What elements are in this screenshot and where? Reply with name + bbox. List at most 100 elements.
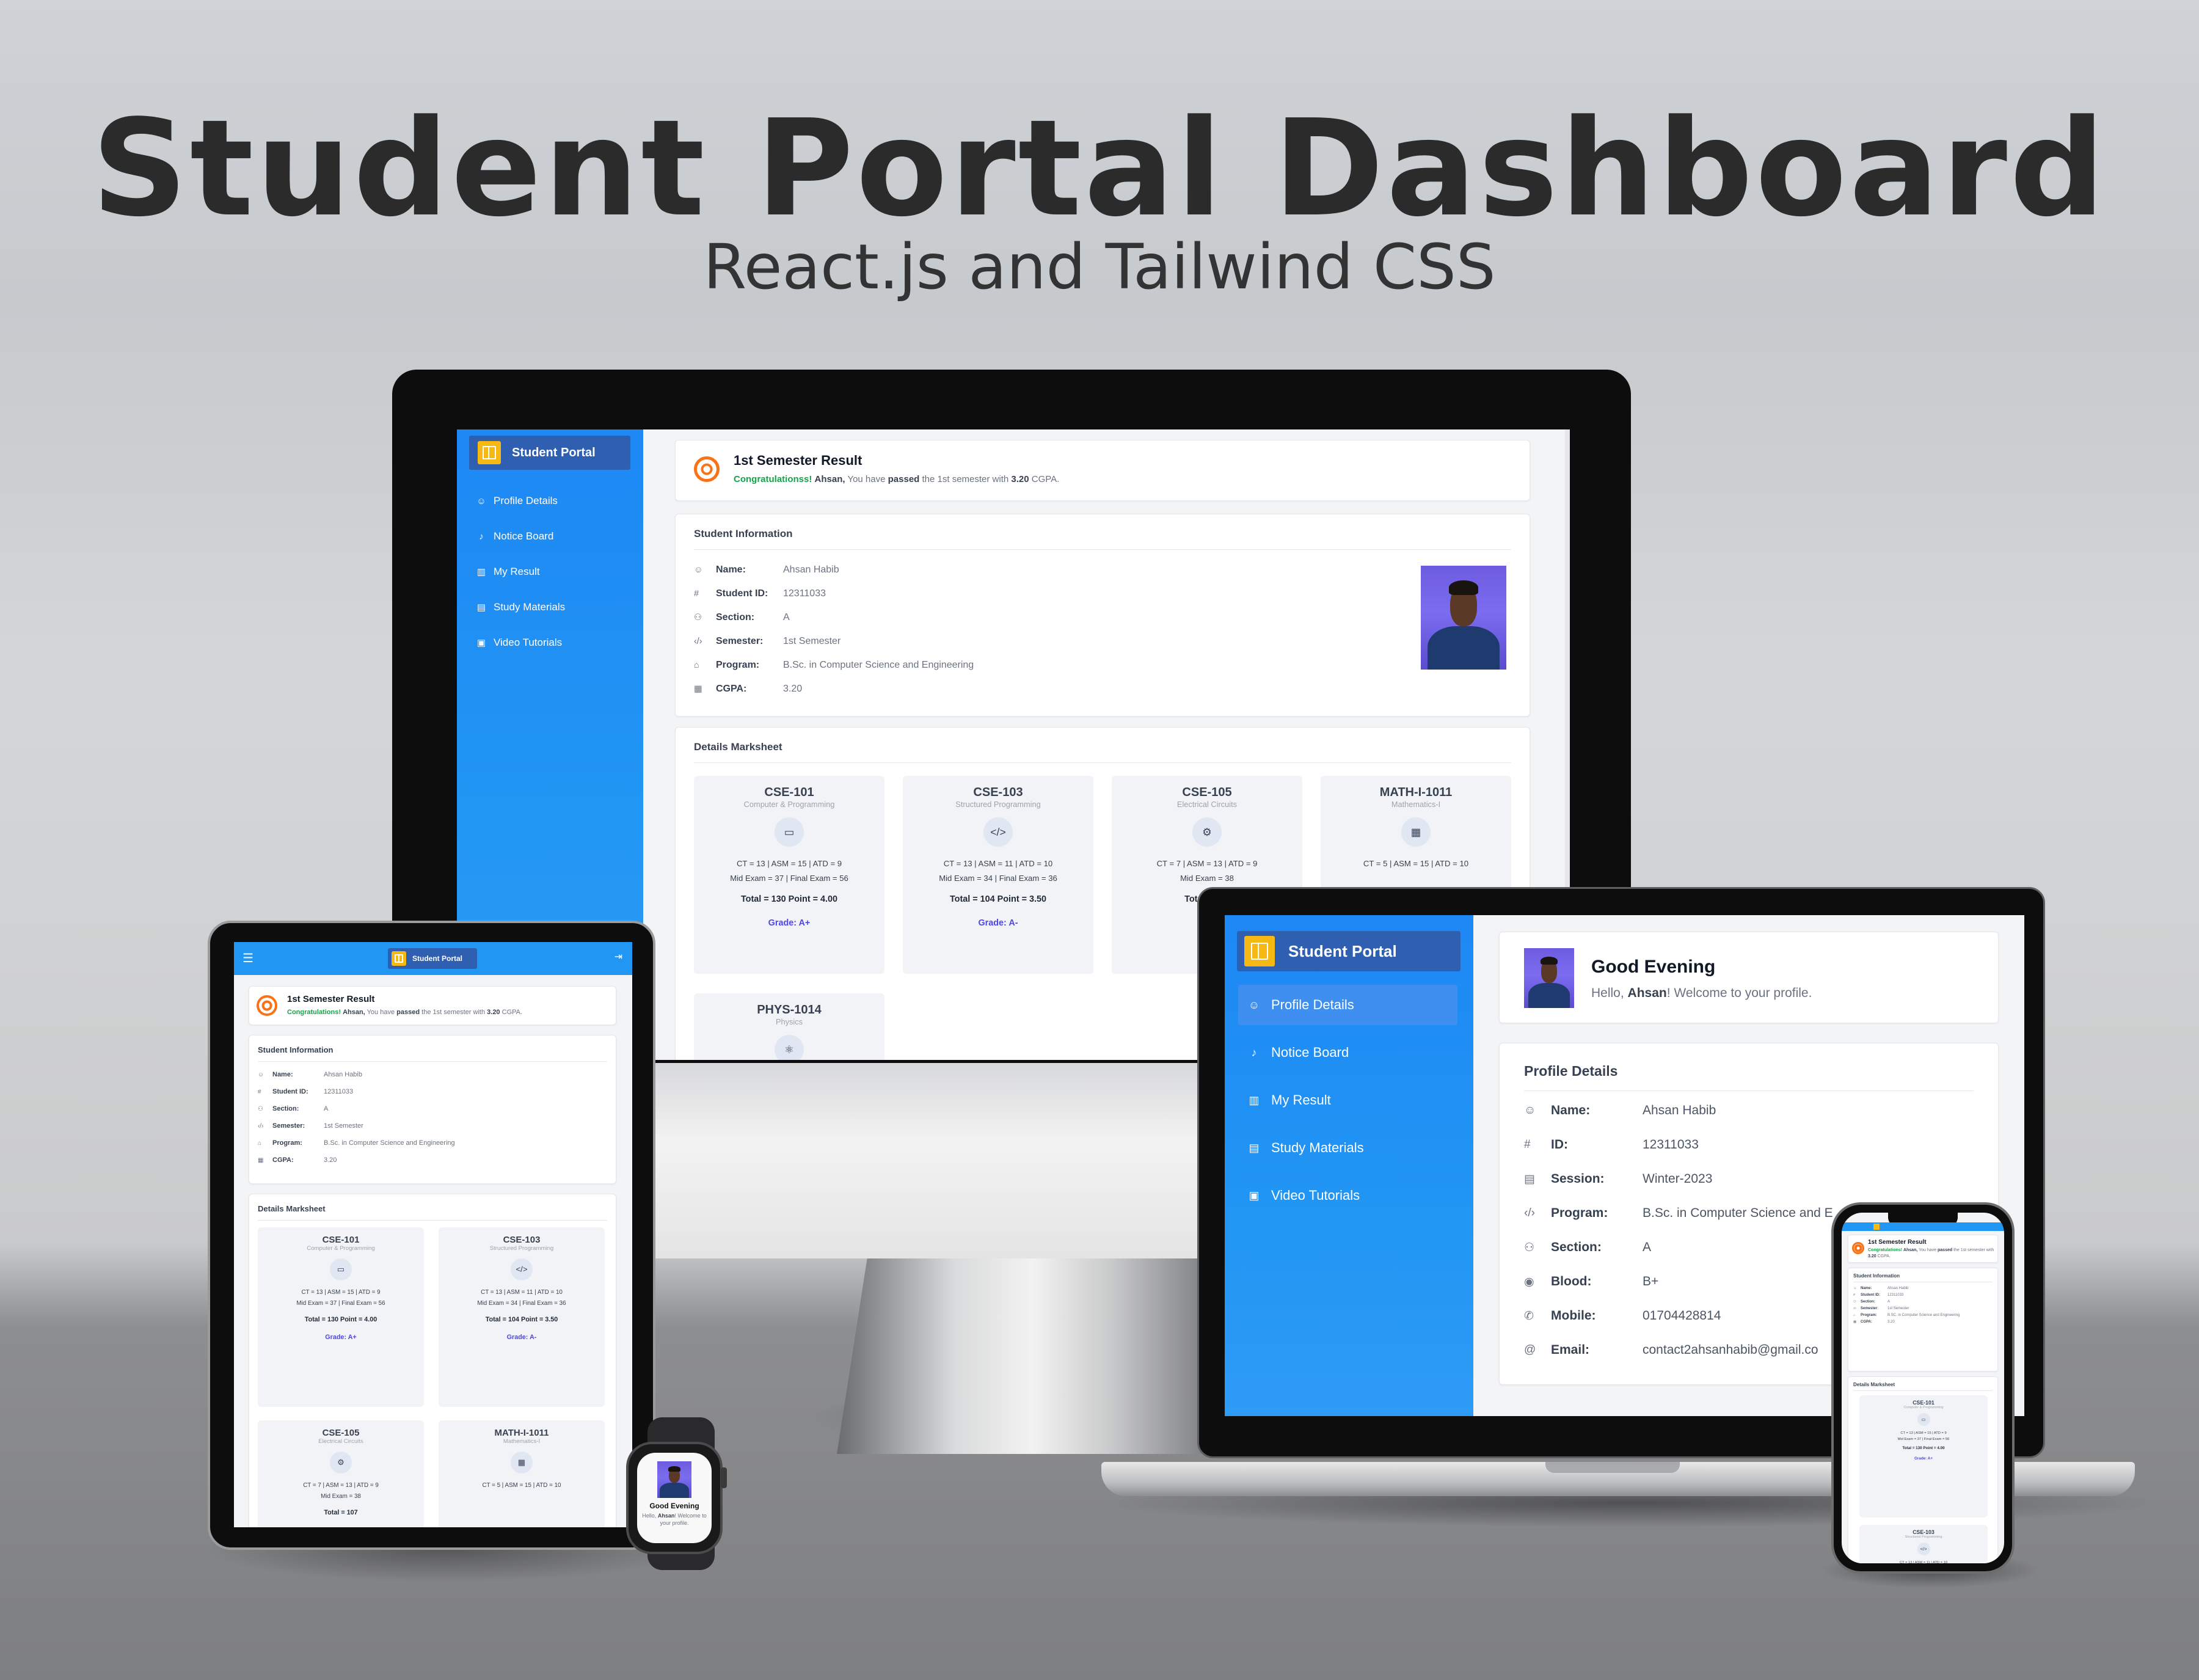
- phone-student-info: Student Information ☺ Name: Ahsan Habib # St…: [1848, 1268, 1998, 1371]
- score-asm: ASM = 15: [1393, 858, 1429, 868]
- score-ct: CT = 7: [303, 1482, 321, 1489]
- student-info-row: ‹/› Semester: 1st Semester: [258, 1122, 363, 1130]
- student-info-row: # Student ID: 12311033: [258, 1088, 353, 1095]
- user-icon: ☺: [1853, 1287, 1857, 1290]
- profile-row: # ID: 12311033: [1524, 1138, 1699, 1152]
- profile-row: ◉ Blood: B+: [1524, 1274, 1658, 1289]
- subject-card[interactable]: CSE-103 Structured Programming </> CT = 13 …: [903, 776, 1093, 974]
- profile-key: ID:: [1551, 1138, 1568, 1152]
- info-value: 3.20: [783, 684, 803, 694]
- subject-code: CSE-103: [973, 786, 1023, 799]
- code-icon: ‹/›: [1524, 1207, 1535, 1219]
- nav-notice-board[interactable]: ♪ Notice Board: [457, 519, 643, 554]
- subject-card[interactable]: CSE-101 Computer & Programming ▭ CT = 13 | …: [1859, 1395, 1988, 1517]
- tablet-result-message: Congratulations! Ahsan, You have passed …: [287, 1009, 523, 1016]
- subject-scores: CT = 7 | ASM = 13 | ATD = 9: [1156, 858, 1258, 868]
- profile-value: 01704428814: [1643, 1309, 1721, 1323]
- chip-icon: ⚙: [330, 1451, 352, 1474]
- student-info-title: Student Information: [694, 528, 793, 539]
- student-info-row: ☺ Name: Ahsan Habib: [694, 564, 839, 575]
- atom-icon: ⚛: [775, 1035, 804, 1060]
- brand-bar[interactable]: Student Portal: [469, 436, 630, 470]
- profile-row: ‹/› Program: B.Sc. in Computer Science and…: [1524, 1206, 1833, 1221]
- menu-icon[interactable]: ☰: [243, 951, 253, 966]
- subject-card[interactable]: CSE-101 Computer & Programming ▭ CT = 13 | …: [258, 1227, 424, 1407]
- nav-my-result[interactable]: ▥ My Result: [457, 554, 643, 590]
- subject-code: CSE-101: [764, 786, 814, 799]
- student-photo: [1421, 566, 1506, 670]
- watch-greeting-text: Hello, Ahsan! Welcome to your profile.: [642, 1513, 707, 1526]
- nav-study-materials[interactable]: ▤ Study Materials: [457, 590, 643, 625]
- nav-profile-details[interactable]: ☺ Profile Details: [1238, 985, 1457, 1025]
- profile-avatar: [1524, 948, 1574, 1008]
- score-asm: ASM = 11: [506, 1289, 533, 1296]
- nav-video-tutorials[interactable]: ▣ Video Tutorials: [1238, 1175, 1457, 1216]
- tablet-brand[interactable]: Student Portal: [388, 948, 477, 969]
- users-icon: ⚇: [258, 1105, 263, 1112]
- subject-card[interactable]: CSE-101 Computer & Programming ▭ CT = 13 | …: [694, 776, 884, 974]
- nav-video-tutorials[interactable]: ▣ Video Tutorials: [457, 625, 643, 660]
- nav-study-materials[interactable]: ▤ Study Materials: [1238, 1128, 1457, 1168]
- info-key: Student ID:: [1861, 1293, 1880, 1297]
- score-asm: ASM = 11: [978, 858, 1013, 868]
- result-message: Congratulationss! Ahsan, You have passed…: [734, 474, 1060, 484]
- subject-code: CSE-101: [322, 1235, 360, 1245]
- total-marks: Total = 104: [485, 1315, 519, 1323]
- user-icon: ☺: [694, 565, 703, 575]
- user-icon: ☺: [1524, 1104, 1536, 1117]
- profile-value: 12311033: [1643, 1138, 1699, 1152]
- subject-card[interactable]: CSE-103 Structured Programming </> CT = 13 …: [1859, 1525, 1988, 1563]
- score-atd: ATD = 9: [357, 1482, 379, 1489]
- watch-greeting-title: Good Evening: [649, 1502, 699, 1510]
- laptop-sidebar: Student Portal ☺ Profile Details ♪ Notice …: [1225, 915, 1473, 1416]
- logout-icon[interactable]: ⇥: [614, 951, 622, 963]
- profile-row: ▤ Session: Winter-2023: [1524, 1172, 1712, 1186]
- subject-card[interactable]: MATH-I-1011 Mathematics-I ▦ CT = 5 | ASM = …: [439, 1420, 605, 1527]
- subject-name: Computer & Programming: [1903, 1406, 1944, 1409]
- phone-marksheet: Details Marksheet CSE-101 Computer & Prog…: [1848, 1376, 1998, 1563]
- info-key: Student ID:: [716, 588, 768, 599]
- nav-profile-details[interactable]: ☺ Profile Details: [457, 483, 643, 519]
- nav-my-result[interactable]: ▥ My Result: [1238, 1080, 1457, 1120]
- dashboard-logo-icon: [392, 951, 406, 966]
- subject-name: Mathematics-I: [503, 1438, 541, 1445]
- score-asm: ASM = 15: [505, 1482, 531, 1489]
- info-key: Section:: [1861, 1300, 1875, 1304]
- score-atd: ATD = 10: [1019, 858, 1053, 868]
- phone-result-message: Congratulations! Ahsan, You have passed …: [1868, 1248, 1994, 1258]
- info-key: CGPA:: [272, 1156, 294, 1164]
- subject-card[interactable]: CSE-103 Structured Programming </> CT = 13 …: [439, 1227, 605, 1407]
- info-value: A: [324, 1105, 329, 1112]
- grade-point: Point = 4.00: [1923, 1446, 1945, 1451]
- final-exam: Final Exam = 56: [341, 1300, 385, 1307]
- mid-exam: Mid Exam = 38: [321, 1493, 361, 1500]
- student-info-row: ‹/› Semester: 1st Semester: [694, 636, 841, 647]
- info-value: 1st Semester: [324, 1122, 363, 1130]
- total-marks: Total = 130: [740, 894, 786, 905]
- nav-notice-board[interactable]: ♪ Notice Board: [1238, 1032, 1457, 1073]
- calculator-icon: ▦: [1401, 817, 1431, 847]
- laptop-brand[interactable]: Student Portal: [1237, 931, 1461, 971]
- users-icon: ⚇: [1524, 1241, 1535, 1254]
- subject-card[interactable]: CSE-105 Electrical Circuits ⚙ CT = 7 | ASM …: [258, 1420, 424, 1527]
- info-value: Ahsan Habib: [1887, 1287, 1909, 1290]
- subject-grade: Grade: A-: [506, 1333, 537, 1341]
- subject-name: Electrical Circuits: [1176, 800, 1238, 809]
- profile-key: Email:: [1551, 1343, 1590, 1357]
- marksheet-title: Details Marksheet: [694, 741, 782, 753]
- subject-scores: CT = 7 | ASM = 13 | ATD = 9: [303, 1482, 379, 1489]
- score-asm: ASM = 11: [1914, 1560, 1930, 1563]
- score-ct: CT = 13: [481, 1289, 503, 1296]
- watch-crown[interactable]: [721, 1467, 727, 1488]
- info-key: CGPA:: [716, 684, 747, 694]
- droplet-icon: ◉: [1524, 1275, 1534, 1288]
- subject-scores: CT = 5 | ASM = 15 | ATD = 10: [1363, 858, 1469, 868]
- user-icon: ☺: [1248, 998, 1260, 1011]
- profile-key: Section:: [1551, 1240, 1602, 1254]
- subject-scores: CT = 13 | ASM = 11 | ATD = 10: [943, 858, 1053, 868]
- subject-code: CSE-101: [1913, 1400, 1935, 1406]
- final-exam: Final Exam = 56: [790, 874, 848, 883]
- tablet-info-title: Student Information: [258, 1045, 334, 1054]
- subject-card[interactable]: PHYS-1014 Physics ⚛: [694, 993, 884, 1060]
- profile-value: Winter-2023: [1643, 1172, 1713, 1186]
